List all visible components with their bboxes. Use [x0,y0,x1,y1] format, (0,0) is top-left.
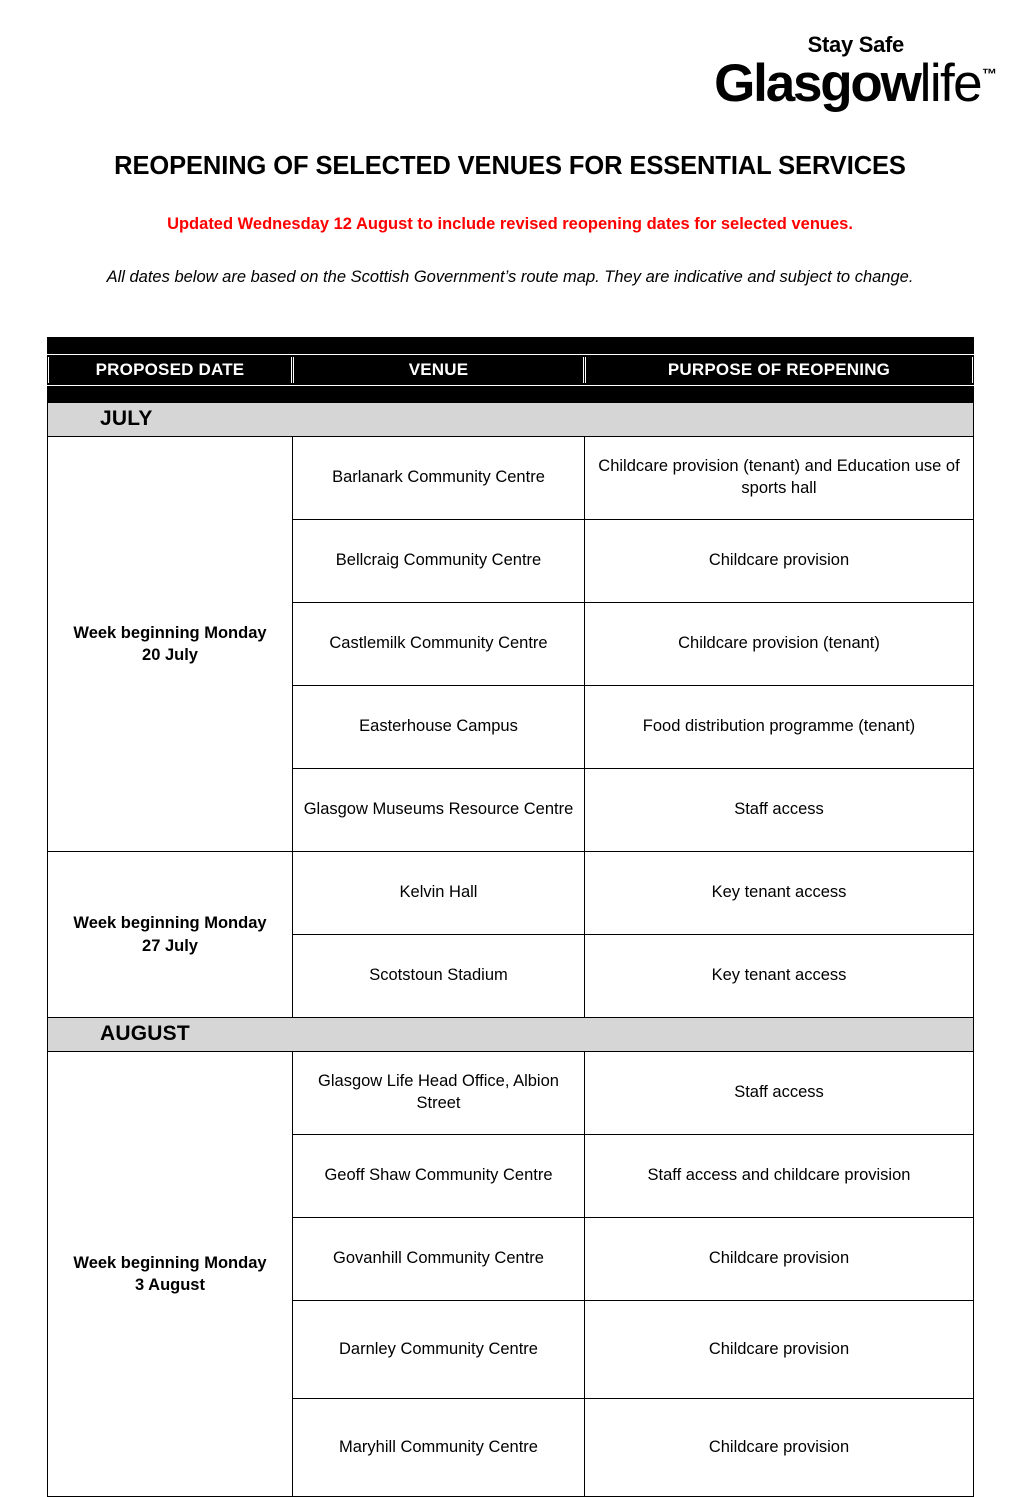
table-row: Week beginning Monday 20 July Barlanark Co… [47,436,974,852]
purpose-cell: Childcare provision (tenant) and Educati… [584,436,974,520]
purpose-cell: Childcare provision [584,1300,974,1399]
venue-cell: Castlemilk Community Centre [292,602,585,686]
venue-cell: Glasgow Life Head Office, Albion Street [292,1051,585,1135]
month-band-row: AUGUST [47,1017,974,1052]
logo-tagline: Stay Safe [807,32,905,57]
venue-cell: Maryhill Community Centre [292,1398,585,1497]
table-header-spacer-bottom [47,385,974,403]
header-spacer-cell [47,337,293,355]
venue-cell: Scotstoun Stadium [292,934,585,1018]
column-header-proposed-date: PROPOSED DATE [47,354,293,386]
table-header-spacer-top [47,337,974,355]
month-label: JULY [47,402,974,437]
glasgow-life-logo: Stay Safe Glasgowlife™ [696,32,997,113]
document-page: Stay Safe Glasgowlife™ REOPENING OF SELE… [0,0,1020,1497]
table-row: Week beginning Monday 27 July Kelvin Hall K… [47,851,974,1018]
header-spacer-cell [584,385,974,403]
venue-reopening-table: PROPOSED DATE VENUE PURPOSE OF REOPENING JU… [47,337,974,1497]
purpose-cell: Key tenant access [584,934,974,1018]
logo-brand-glasgow: Glasgow [714,54,922,113]
header-spacer-cell [47,385,293,403]
purpose-cell: Key tenant access [584,851,974,935]
purpose-cell: Food distribution programme (tenant) [584,685,974,769]
update-note: Updated Wednesday 12 August to include r… [167,215,853,233]
proposed-date-cell: Week beginning Monday 20 July [47,436,293,852]
table-header-row: PROPOSED DATE VENUE PURPOSE OF REOPENING [47,354,974,386]
month-label: AUGUST [47,1017,974,1052]
trademark-icon: ™ [982,65,997,83]
venue-cell: Bellcraig Community Centre [292,519,585,603]
header-spacer-cell [292,337,585,355]
column-header-venue: VENUE [292,354,585,386]
venue-cell: Easterhouse Campus [292,685,585,769]
purpose-cell: Childcare provision (tenant) [584,602,974,686]
header-spacer-cell [584,337,974,355]
purpose-cell: Childcare provision [584,1217,974,1301]
page-title: REOPENING OF SELECTED VENUES FOR ESSENTI… [114,152,906,180]
disclaimer-text: All dates below are based on the Scottis… [106,268,914,286]
venue-cell: Geoff Shaw Community Centre [292,1134,585,1218]
venue-cell: Glasgow Museums Resource Centre [292,768,585,852]
purpose-cell: Childcare provision [584,1398,974,1497]
venue-cell: Kelvin Hall [292,851,585,935]
proposed-date-cell: Week beginning Monday 27 July [47,851,293,1018]
purpose-cell: Staff access [584,768,974,852]
venue-cell: Barlanark Community Centre [292,436,585,520]
header-spacer-cell [292,385,585,403]
proposed-date-cell: Week beginning Monday 3 August [47,1051,293,1497]
venue-cell: Darnley Community Centre [292,1300,585,1399]
purpose-cell: Staff access and childcare provision [584,1134,974,1218]
logo-wordmark: Glasgowlife™ [714,54,997,113]
month-band-row: JULY [47,402,974,437]
column-header-purpose: PURPOSE OF REOPENING [584,354,974,386]
purpose-cell: Childcare provision [584,519,974,603]
purpose-cell: Staff access [584,1051,974,1135]
logo-brand-life: life [919,54,983,113]
table-row: Week beginning Monday 3 August Glasgow Lif… [47,1051,974,1497]
venue-cell: Govanhill Community Centre [292,1217,585,1301]
